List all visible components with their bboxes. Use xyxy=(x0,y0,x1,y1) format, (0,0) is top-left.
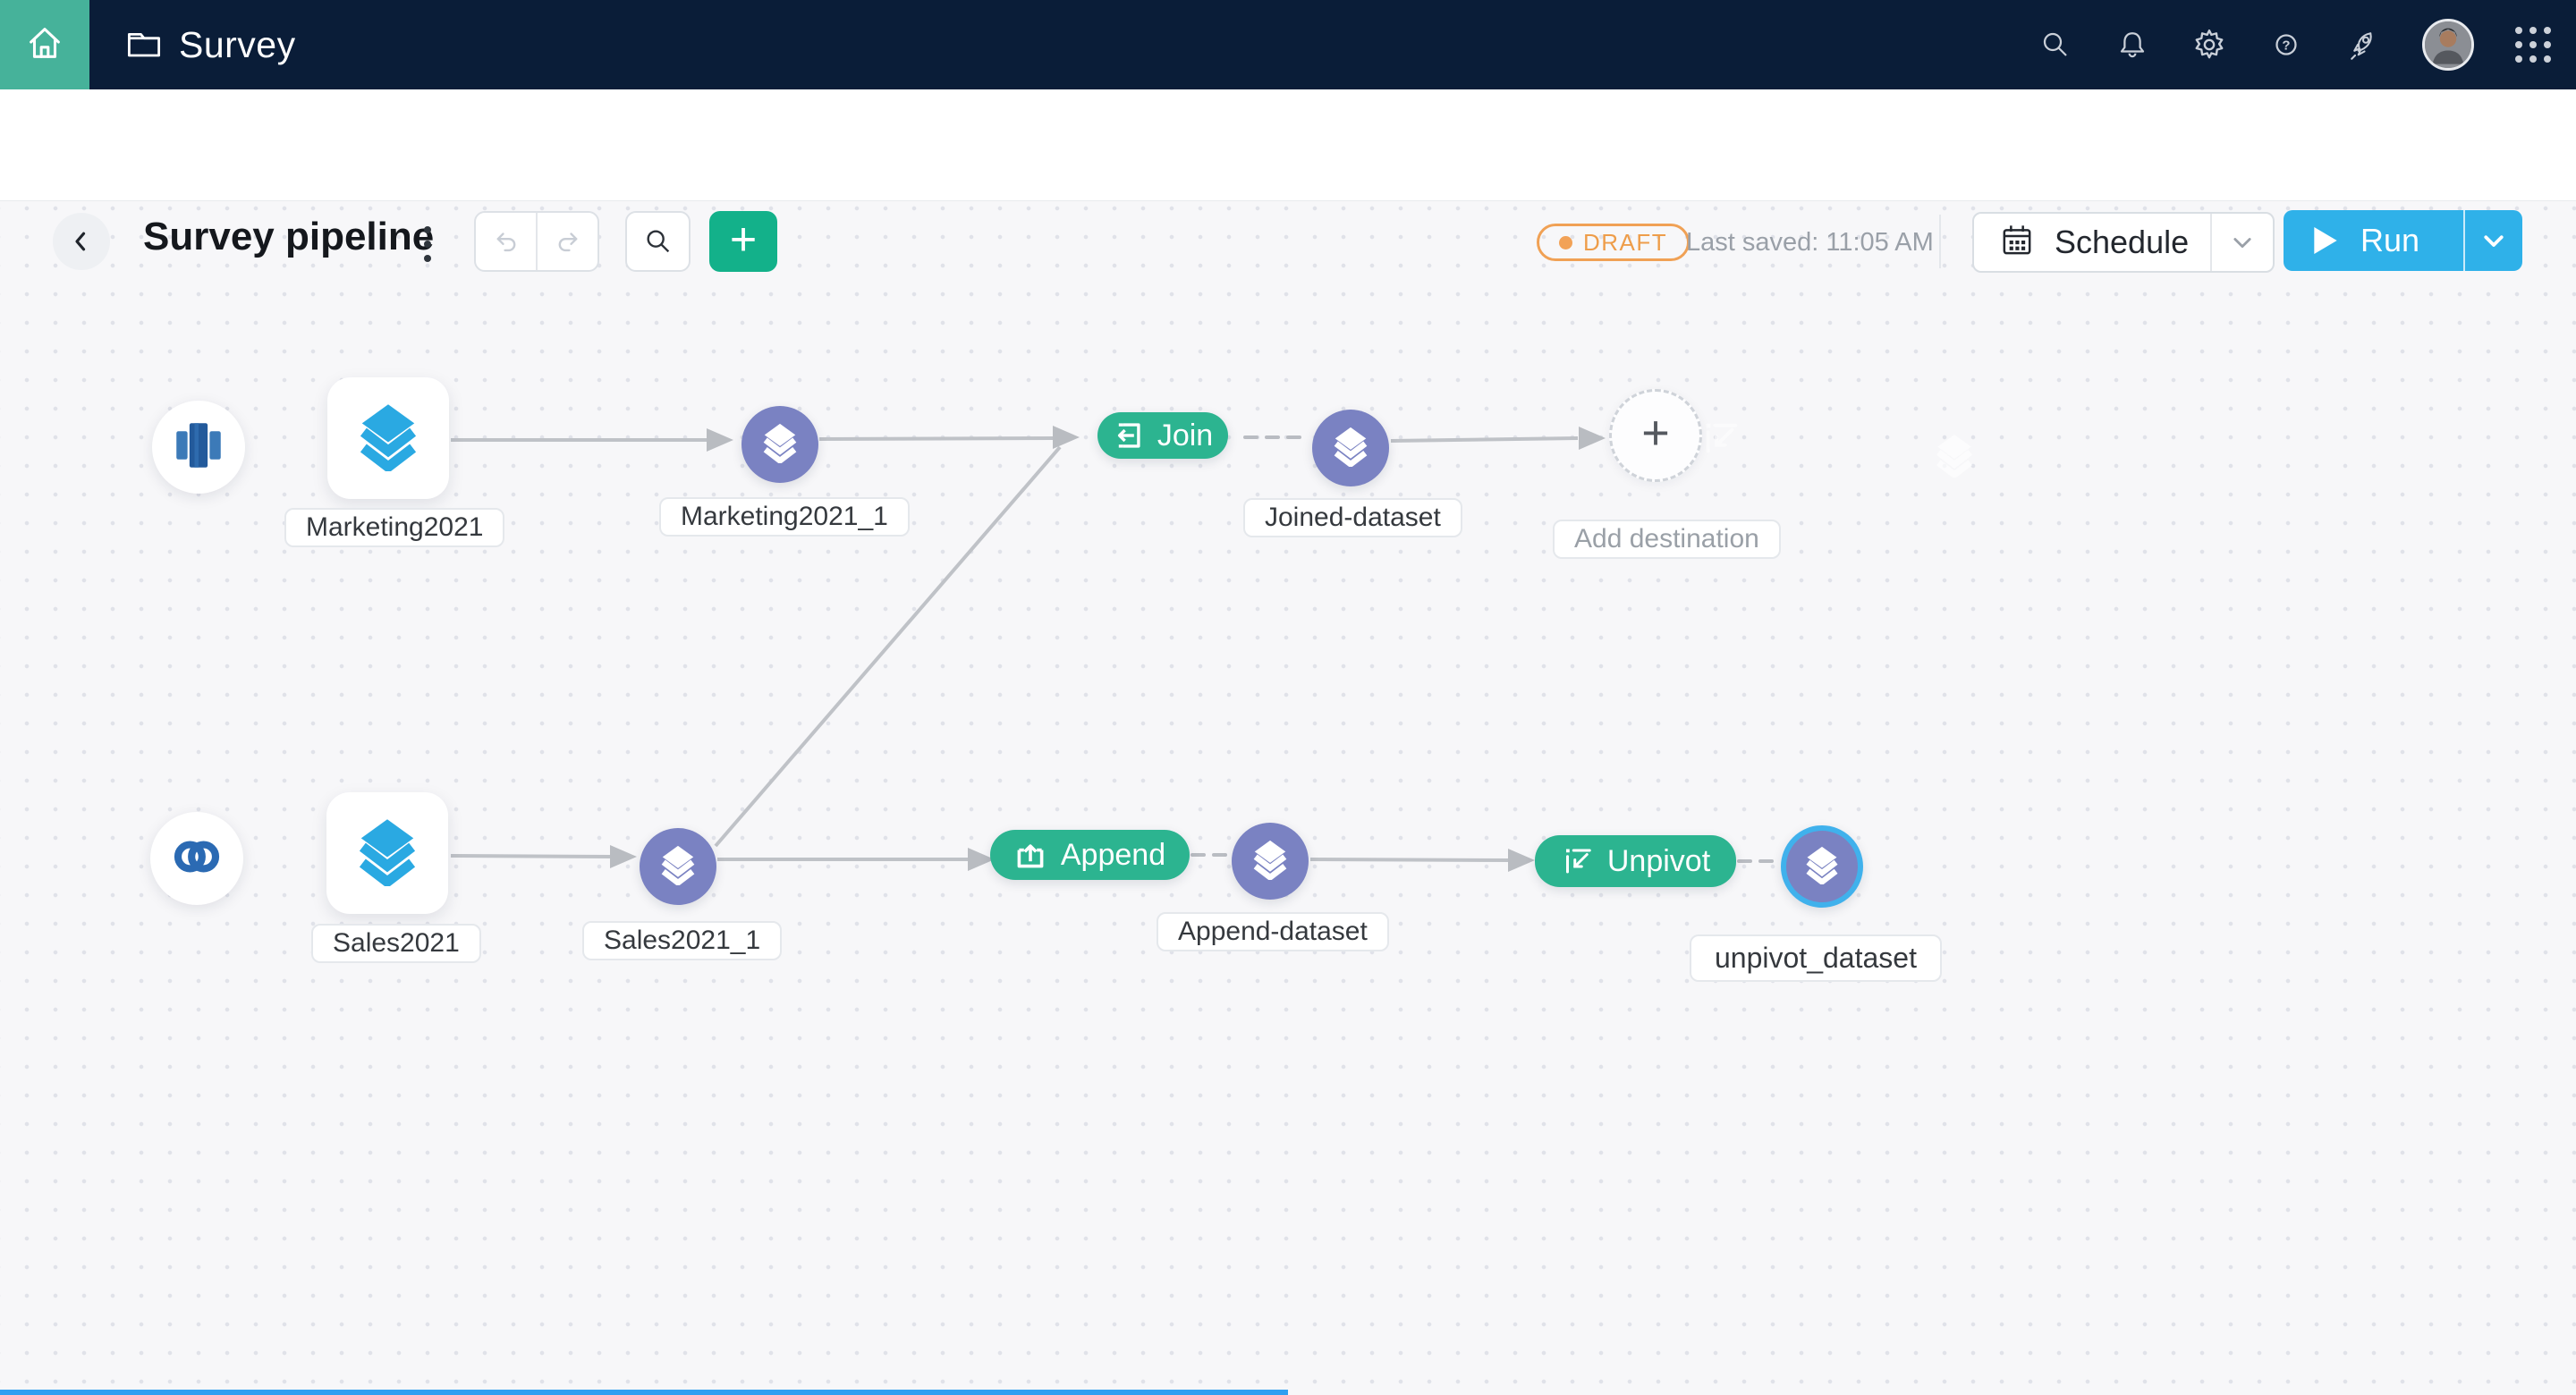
append-icon xyxy=(1014,839,1046,871)
join-icon xyxy=(1113,420,1143,451)
avatar[interactable] xyxy=(2422,19,2474,71)
horizontal-scrollbar[interactable] xyxy=(0,1390,1288,1395)
calendar-icon xyxy=(1999,223,2035,263)
dataset-layers-icon xyxy=(352,816,422,891)
node-label-sales[interactable]: Sales2021 xyxy=(311,924,481,963)
workspace-name: Survey xyxy=(179,24,296,66)
run-button[interactable]: Run xyxy=(2284,210,2522,271)
play-icon xyxy=(2314,227,2337,254)
dataset-card-marketing[interactable] xyxy=(327,377,449,499)
status-badge: DRAFT xyxy=(1537,224,1690,261)
node-label-marketing-1[interactable]: Marketing2021_1 xyxy=(659,497,910,537)
unpivot-label: Unpivot xyxy=(1607,844,1710,879)
ghost-unpivot-icon xyxy=(1699,418,1741,464)
unpivot-icon xyxy=(1561,845,1593,877)
dataset-layers-icon xyxy=(1250,839,1291,884)
pipeline-stage: Marketing2021 Marketing2021_1 Join Joine… xyxy=(0,0,2576,1395)
add-destination-node[interactable]: + xyxy=(1609,389,1702,482)
status-dot xyxy=(1559,236,1572,249)
page-title: Survey pipeline xyxy=(143,215,434,259)
schedule-label: Schedule xyxy=(2055,224,2189,261)
notifications-bell-icon[interactable] xyxy=(2114,27,2150,63)
dataset-node-joined[interactable] xyxy=(1312,410,1389,486)
dataset-node-unpivot[interactable] xyxy=(1781,825,1863,908)
redshift-icon xyxy=(174,421,223,474)
connector-lines xyxy=(0,0,2576,1395)
help-icon[interactable]: ? xyxy=(2268,27,2304,63)
stage-node-marketing-1[interactable] xyxy=(741,406,818,483)
home-icon xyxy=(24,22,65,68)
node-label-append-dataset[interactable]: Append-dataset xyxy=(1157,912,1389,951)
ghost-dataset-icon xyxy=(1932,433,1977,482)
dataset-layers-icon xyxy=(759,422,801,468)
toolbar-divider xyxy=(1939,215,1941,268)
redo-button[interactable] xyxy=(536,213,597,270)
crm-link-icon xyxy=(172,832,222,886)
node-label-add-destination[interactable]: Add destination xyxy=(1553,520,1781,559)
settings-gear-icon[interactable] xyxy=(2191,27,2227,63)
topbar-actions: ? xyxy=(2038,0,2551,89)
node-label-unpivot-dataset[interactable]: unpivot_dataset xyxy=(1690,934,1942,982)
node-label-sales-1[interactable]: Sales2021_1 xyxy=(582,921,782,960)
run-dropdown-chevron-icon[interactable] xyxy=(2465,227,2522,254)
source-node-redshift[interactable] xyxy=(152,401,245,494)
run-label: Run xyxy=(2360,222,2419,259)
stage-node-sales-1[interactable] xyxy=(640,828,716,905)
plus-icon: + xyxy=(1641,405,1670,461)
home-button[interactable] xyxy=(0,0,89,89)
transform-node-join[interactable]: Join xyxy=(1097,412,1228,459)
folder-icon xyxy=(125,24,163,66)
dataset-card-sales[interactable] xyxy=(326,792,448,914)
plus-icon: + xyxy=(730,216,757,263)
add-node-button[interactable]: + xyxy=(709,211,777,272)
dataset-layers-icon xyxy=(353,402,423,476)
undo-button[interactable] xyxy=(476,213,536,270)
source-node-crm[interactable] xyxy=(150,812,243,905)
dataset-layers-icon xyxy=(657,844,699,890)
search-icon[interactable] xyxy=(2038,27,2073,63)
node-label-marketing[interactable]: Marketing2021 xyxy=(284,508,504,547)
undo-redo-group xyxy=(474,211,599,272)
join-label: Join xyxy=(1157,418,1213,453)
app-grid-icon[interactable] xyxy=(2515,27,2551,63)
top-bar: Survey ? xyxy=(0,0,2576,89)
svg-text:?: ? xyxy=(2282,38,2290,53)
transform-node-append[interactable]: Append xyxy=(990,830,1190,880)
transform-node-unpivot[interactable]: Unpivot xyxy=(1535,835,1736,887)
canvas-search-button[interactable] xyxy=(625,211,691,272)
dataset-layers-icon xyxy=(1802,845,1842,889)
node-label-joined-dataset[interactable]: Joined-dataset xyxy=(1243,498,1462,537)
whats-new-rocket-icon[interactable] xyxy=(2345,27,2381,63)
workspace-breadcrumb[interactable]: Survey xyxy=(125,0,296,89)
append-label: Append xyxy=(1061,838,1165,873)
dataset-layers-icon xyxy=(1330,426,1371,471)
back-button[interactable] xyxy=(53,213,110,270)
last-saved-text: Last saved: 11:05 AM xyxy=(1686,224,1934,261)
title-more-menu[interactable] xyxy=(417,226,438,262)
schedule-dropdown-chevron-icon[interactable] xyxy=(2212,230,2273,255)
pipeline-toolbar: Survey pipeline + DRAFT Last saved: 11:0… xyxy=(0,89,2576,201)
dataset-node-append[interactable] xyxy=(1232,823,1309,900)
schedule-button[interactable]: Schedule xyxy=(1972,212,2275,273)
